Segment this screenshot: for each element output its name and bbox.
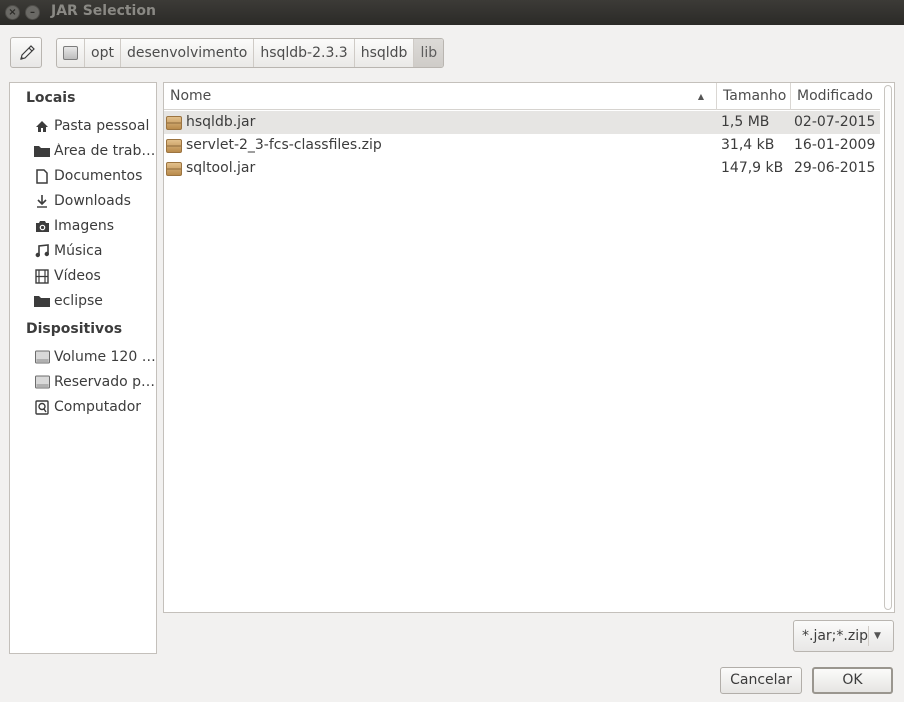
archive-icon	[166, 161, 182, 176]
sidebar-item-label: Pasta pessoal	[54, 118, 150, 134]
harddisk-icon	[34, 349, 50, 365]
file-type-filter-combo[interactable]: *.jar;*.zip ▼	[793, 620, 894, 652]
path-button-hsqldb[interactable]: hsqldb	[355, 39, 415, 67]
sidebar-item-label: Documentos	[54, 168, 143, 184]
file-modified: 16-01-2009	[794, 137, 876, 153]
file-name: hsqldb.jar	[186, 114, 256, 130]
harddisk-icon	[63, 46, 78, 60]
sidebar-item-computer[interactable]: Computador	[34, 396, 156, 418]
sidebar-item-label: Música	[54, 243, 103, 259]
sidebar-item-home[interactable]: Pasta pessoal	[34, 115, 156, 137]
file-modified: 29-06-2015	[794, 160, 876, 176]
column-header-modified[interactable]: Modificado	[791, 83, 880, 110]
home-icon	[34, 118, 50, 134]
title-bar: × – JAR Selection	[0, 0, 904, 25]
combo-separator	[868, 626, 869, 646]
computer-icon	[34, 399, 50, 415]
sidebar-item-label: eclipse	[54, 293, 103, 309]
file-size: 147,9 kB	[721, 160, 784, 176]
film-icon	[34, 268, 50, 284]
path-bar: opt desenvolvimento hsqldb-2.3.3 hsqldb …	[56, 38, 445, 68]
close-window-button[interactable]: ×	[5, 5, 20, 20]
file-list: Nome ▲ Tamanho Modificado hsqldb.jar 1,5…	[163, 82, 895, 613]
archive-icon	[166, 138, 182, 153]
chevron-down-icon: ▼	[874, 631, 881, 641]
minimize-window-button[interactable]: –	[25, 5, 40, 20]
places-sidebar: Locais Pasta pessoal Área de trab… Docum…	[9, 82, 157, 654]
file-name-cell: sqltool.jar	[166, 157, 255, 180]
file-list-header: Nome ▲ Tamanho Modificado	[164, 83, 880, 110]
sidebar-item-desktop[interactable]: Área de trab…	[34, 140, 156, 162]
sidebar-item-label: Área de trab…	[54, 143, 156, 159]
harddisk-icon	[34, 374, 50, 390]
column-header-size[interactable]: Tamanho	[717, 83, 791, 110]
camera-icon	[34, 218, 50, 234]
file-name: sqltool.jar	[186, 160, 256, 176]
sidebar-item-downloads[interactable]: Downloads	[34, 190, 156, 212]
document-icon	[34, 168, 50, 184]
sidebar-item-label: Vídeos	[54, 268, 101, 284]
filter-value: *.jar;*.zip	[802, 628, 868, 644]
file-modified: 02-07-2015	[794, 114, 876, 130]
path-button-opt[interactable]: opt	[85, 39, 121, 67]
scrollbar-thumb[interactable]	[884, 85, 892, 610]
column-header-name-label: Nome	[170, 88, 212, 104]
sidebar-item-label: Imagens	[54, 218, 115, 234]
download-icon	[34, 193, 50, 209]
ok-button[interactable]: OK	[812, 667, 893, 694]
vertical-scrollbar[interactable]	[882, 83, 894, 612]
window-title: JAR Selection	[51, 3, 156, 19]
path-button-hsqldb-2.3.3[interactable]: hsqldb-2.3.3	[254, 39, 355, 67]
sidebar-item-eclipse[interactable]: eclipse	[34, 290, 156, 312]
folder-icon	[34, 143, 50, 159]
sidebar-item-label: Reservado p…	[54, 374, 156, 390]
path-root-button[interactable]	[57, 39, 85, 67]
file-size: 1,5 MB	[721, 114, 770, 130]
file-name: servlet-2_3-fcs-classfiles.zip	[186, 137, 382, 153]
sidebar-item-volume-120gb[interactable]: Volume 120 GB	[34, 346, 156, 368]
sidebar-item-videos[interactable]: Vídeos	[34, 265, 156, 287]
file-name-cell: servlet-2_3-fcs-classfiles.zip	[166, 134, 382, 157]
file-row[interactable]: servlet-2_3-fcs-classfiles.zip 31,4 kB 1…	[164, 134, 880, 157]
file-row[interactable]: hsqldb.jar 1,5 MB 02-07-2015	[164, 111, 880, 134]
sidebar-item-documents[interactable]: Documentos	[34, 165, 156, 187]
devices-heading: Dispositivos	[26, 321, 123, 337]
sidebar-item-reserved[interactable]: Reservado p…	[34, 371, 156, 393]
archive-icon	[166, 115, 182, 130]
cancel-button[interactable]: Cancelar	[720, 667, 802, 694]
sort-ascending-icon: ▲	[697, 92, 704, 101]
sidebar-item-pictures[interactable]: Imagens	[34, 215, 156, 237]
sidebar-item-label: Computador	[54, 399, 142, 415]
music-icon	[34, 243, 50, 259]
folder-icon	[34, 293, 50, 309]
places-heading: Locais	[26, 90, 76, 106]
pencil-icon	[20, 45, 35, 60]
sidebar-item-label: Volume 120 GB	[54, 349, 156, 365]
sidebar-item-music[interactable]: Música	[34, 240, 156, 262]
file-name-cell: hsqldb.jar	[166, 111, 255, 134]
column-header-name[interactable]: Nome ▲	[164, 83, 717, 110]
file-row[interactable]: sqltool.jar 147,9 kB 29-06-2015	[164, 157, 880, 180]
path-button-desenvolvimento[interactable]: desenvolvimento	[121, 39, 255, 67]
file-size: 31,4 kB	[721, 137, 775, 153]
sidebar-item-label: Downloads	[54, 193, 131, 209]
path-button-lib[interactable]: lib	[414, 39, 444, 67]
type-location-button[interactable]	[10, 37, 42, 68]
